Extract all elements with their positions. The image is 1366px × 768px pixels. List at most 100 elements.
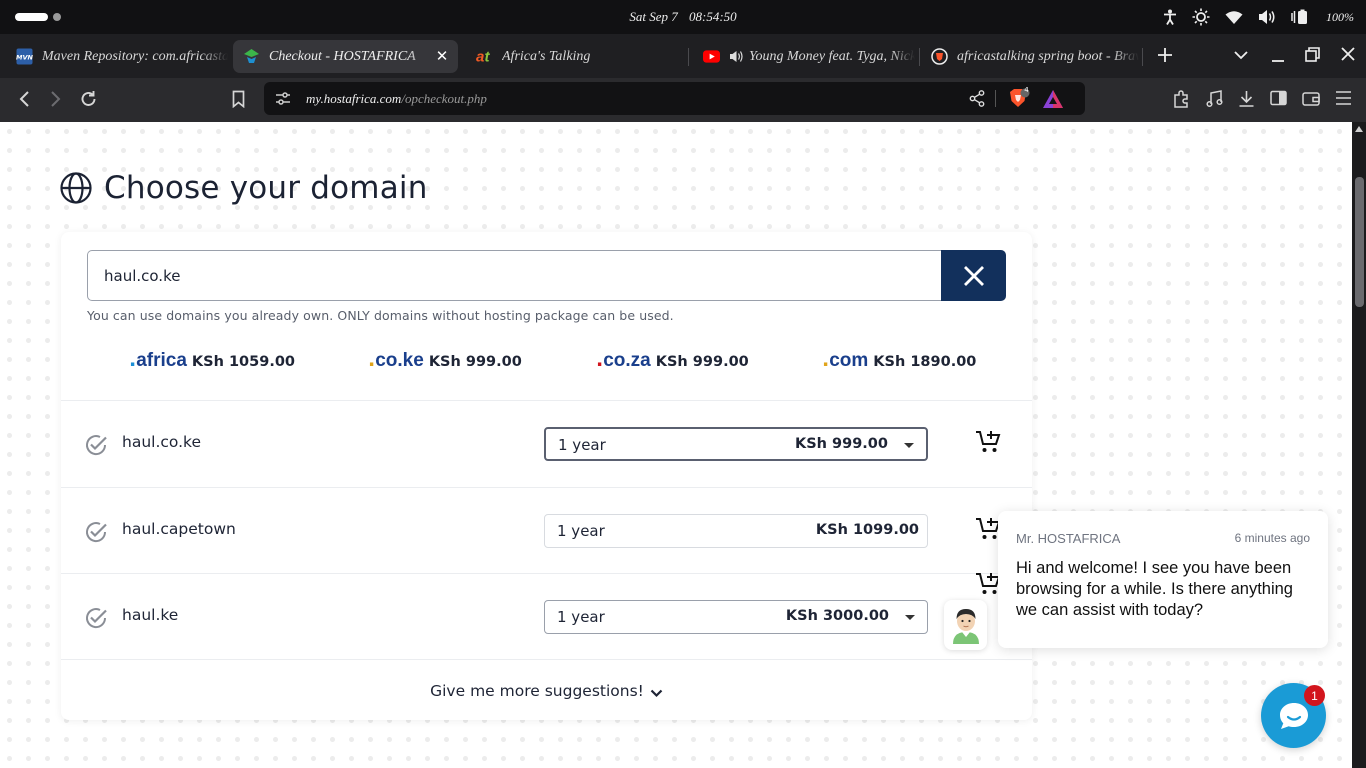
domain-result-row: haul.co.ke 1 year KSh 999.00 [61,401,1032,487]
period-value: 1 year [557,608,605,626]
tab-maven[interactable]: MVN Maven Repository: com.africastalking [6,40,228,73]
tld-name: co.ke [375,350,424,371]
brave-rewards-icon[interactable] [1042,89,1064,109]
tld-co-za[interactable]: . co.za KSh 999.00 [596,350,749,372]
page-heading: Choose your domain [60,170,428,206]
close-window-icon[interactable] [1341,47,1355,61]
dropdown-caret-icon [905,615,915,620]
new-tab-icon[interactable] [1157,47,1173,63]
bookmark-icon[interactable] [232,90,245,108]
brave-favicon [931,48,948,65]
page-viewport: Choose your domain You can use domains y… [0,122,1352,768]
chat-time: 6 minutes ago [1234,531,1310,545]
tab-checkout-hostafrica[interactable]: Checkout - HOSTAFRICA ✕ [233,40,458,73]
system-tray: 100% [1163,8,1354,26]
wifi-icon[interactable] [1225,10,1243,25]
divider [61,659,1032,660]
registration-period-select[interactable]: 1 year KSh 999.00 [544,427,928,461]
chat-bubble-icon [1279,702,1308,729]
tab-list-chevron-icon[interactable] [1234,51,1248,60]
reload-icon[interactable] [80,90,97,108]
accessibility-icon[interactable] [1163,9,1177,25]
check-circle-icon [86,522,107,543]
media-icon[interactable] [1206,90,1223,108]
domain-result-row: haul.capetown 1 year KSh 1099.00 [61,488,1032,574]
period-price: KSh 3000.00 [785,608,889,624]
tld-dot: . [822,349,830,371]
agent-avatar[interactable] [944,600,987,650]
system-clock[interactable]: Sat Sep 7 08:54:50 [0,9,1366,25]
url-text[interactable]: my.hostafrica.com/opcheckout.php [306,91,487,107]
downloads-icon[interactable] [1238,90,1255,108]
tab-youtube[interactable]: Young Money feat. Tyga, Nicki [693,40,915,73]
tld-name: africa [136,350,187,371]
more-suggestions-button[interactable]: Give me more suggestions! [61,682,1032,700]
tld-price: KSh 999.00 [428,354,522,370]
battery-icon[interactable] [1291,9,1311,25]
sidebar-toggle-icon[interactable] [1270,90,1287,107]
tab-africas-talking[interactable]: at Africa's Talking [466,40,684,73]
more-suggestions-label: Give me more suggestions! [430,682,644,700]
domain-search-card: You can use domains you already own. ONL… [61,232,1032,720]
domain-result-row: haul.ke 1 year KSh 3000.00 [61,573,1032,660]
registration-period-select[interactable]: 1 year KSh 3000.00 [544,600,928,634]
site-settings-icon[interactable] [275,91,291,106]
tld-dot: . [368,349,376,371]
address-bar[interactable]: my.hostafrica.com/opcheckout.php 4 [264,82,1085,115]
forward-icon[interactable] [49,90,63,108]
share-icon[interactable] [969,90,985,107]
chat-sender: Mr. HOSTAFRICA [1016,531,1121,546]
globe-icon [60,172,92,204]
tab-brave-search[interactable]: africastalking spring boot - Brave Searc… [921,40,1139,73]
volume-icon[interactable] [1258,9,1276,25]
extensions-icon[interactable] [1173,90,1190,108]
back-icon[interactable] [17,90,31,108]
youtube-favicon [703,48,720,65]
wallet-icon[interactable] [1302,90,1320,107]
tab-separator [1142,48,1143,66]
tld-name: co.za [603,350,651,371]
browser-toolbar: my.hostafrica.com/opcheckout.php 4 [0,78,1366,122]
tab-strip: MVN Maven Repository: com.africastalking… [0,34,1366,78]
url-separator [995,90,996,107]
tab-separator [919,48,920,66]
check-circle-icon [86,608,107,629]
clock-date: Sat Sep 7 [629,9,678,24]
tab-title: africastalking spring boot - Brave Searc… [957,48,1139,64]
page-scrollbar[interactable] [1352,122,1366,768]
minimize-icon[interactable] [1271,47,1285,63]
tld-dot: . [596,349,604,371]
unread-badge: 1 [1304,685,1325,706]
page-title: Choose your domain [104,170,428,206]
chat-popup[interactable]: Mr. HOSTAFRICA 6 minutes ago Hi and welc… [998,511,1328,648]
speaker-icon[interactable] [729,48,743,65]
tab-title: Young Money feat. Tyga, Nicki [749,48,915,64]
url-path: /opcheckout.php [401,91,487,106]
africastalking-favicon: at [476,48,493,65]
tld-co-ke[interactable]: . co.ke KSh 999.00 [368,350,522,372]
search-hint: You can use domains you already own. ONL… [87,308,674,323]
tld-africa[interactable]: . africa KSh 1059.00 [129,350,295,372]
registration-period-select[interactable]: 1 year KSh 1099.00 [544,514,928,548]
tld-dot: . [129,349,137,371]
add-to-cart-icon[interactable] [975,430,1001,454]
period-price: KSh 1099.00 [815,522,919,538]
domain-name: haul.co.ke [122,433,201,451]
domain-search-input[interactable] [87,250,947,301]
restore-icon[interactable] [1305,47,1320,62]
scroll-up-arrow[interactable] [1355,126,1363,132]
domain-search [87,250,1006,301]
period-value: 1 year [558,436,606,454]
clear-search-button[interactable] [941,250,1006,301]
os-top-bar: Sat Sep 7 08:54:50 100% [0,0,1366,34]
close-icon [963,265,984,286]
close-tab-icon[interactable]: ✕ [432,47,452,66]
menu-icon[interactable] [1335,90,1352,106]
tld-com[interactable]: . com KSh 1890.00 [822,350,976,372]
brightness-icon[interactable] [1192,8,1210,26]
dropdown-caret-icon [904,443,914,448]
featured-tlds: . africa KSh 1059.00 . co.ke KSh 999.00 . co.… [61,350,1032,380]
chat-message: Hi and welcome! I see you have been brow… [1016,559,1293,619]
shields-count: 4 [1024,86,1029,94]
scrollbar-thumb[interactable] [1355,177,1364,307]
